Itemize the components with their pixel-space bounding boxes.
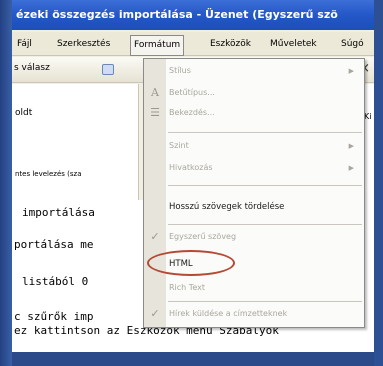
menu-separator [168,132,362,133]
pane-label-1: oldt [15,108,33,118]
header-pane: oldt ntes levelezés (sza [12,84,139,200]
paragraph-icon: ☰ [150,106,160,119]
checkmark-icon: ✓ [150,230,160,243]
menu-item-rich-text[interactable]: Rich Text [166,278,364,298]
right-pane-label: Ki [364,112,372,121]
left-border [0,0,12,366]
menu-item-wrap-long-text[interactable]: Hosszú szövegek tördelése [166,197,364,217]
menu-separator [168,224,362,225]
menu-separator [168,301,362,302]
menu-item-font[interactable]: Betűtípus... [166,83,364,103]
menu-item-label: Hosszú szövegek tördelése [169,202,285,212]
menu-item-paragraph[interactable]: Bekezdés... [166,103,364,123]
menu-item-plain-text[interactable]: Egyszerű szöveg [166,227,364,247]
menu-actions[interactable]: Műveletek [267,36,320,53]
menu-item-label: Stílus [169,66,191,75]
menu-item-link[interactable]: Hivatkozás ▶ [166,158,364,178]
format-menu-dropdown: Stílus ▶ A Betűtípus... ☰ Bekezdés... Sz… [143,58,365,328]
menu-item-label: Bekezdés... [169,108,215,117]
menu-item-label: Egyszerű szöveg [169,232,237,241]
body-line: portálása me [14,238,94,251]
menu-format[interactable]: Formátum [130,35,185,56]
submenu-arrow-icon: ▶ [348,67,354,75]
submenu-arrow-icon: ▶ [348,142,354,150]
body-line: listából 0 [22,275,89,288]
menu-item-style[interactable]: Stílus ▶ [166,61,364,81]
pane-label-2: ntes levelezés (sza [15,170,82,178]
menu-item-label: Hivatkozás [169,163,213,172]
menu-edit[interactable]: Szerkesztés [54,36,113,53]
menu-tools[interactable]: Eszközök [207,36,254,53]
menu-item-label: Betűtípus... [169,88,215,97]
body-line: c szűrők imp [14,310,94,323]
menu-item-send-news[interactable]: Hírek küldése a címzetteknek [166,304,364,324]
checkmark-icon: ✓ [150,307,160,320]
body-line: importálása [22,206,95,219]
menu-file[interactable]: Fájl [14,36,35,53]
print-icon[interactable] [102,64,114,75]
menu-help[interactable]: Súgó [338,36,367,53]
reply-all-button[interactable]: s válasz [14,63,50,73]
menu-item-label: Rich Text [169,283,205,292]
menu-separator [168,185,362,186]
menu-item-level[interactable]: Szint ▶ [166,136,364,156]
menu-item-label: Szint [169,141,189,150]
menu-bar: Fájl Szerkesztés Formátum Eszközök Művel… [12,32,374,56]
submenu-arrow-icon: ▶ [348,164,354,172]
window-title: ézeki összegzés importálása - Üzenet (Eg… [16,8,338,21]
menu-item-label: Hírek küldése a címzetteknek [169,309,288,318]
font-icon: A [151,86,159,99]
right-border [374,0,383,366]
html-highlight-annotation [147,250,235,276]
title-bar[interactable]: ézeki összegzés importálása - Üzenet (Eg… [12,0,374,30]
